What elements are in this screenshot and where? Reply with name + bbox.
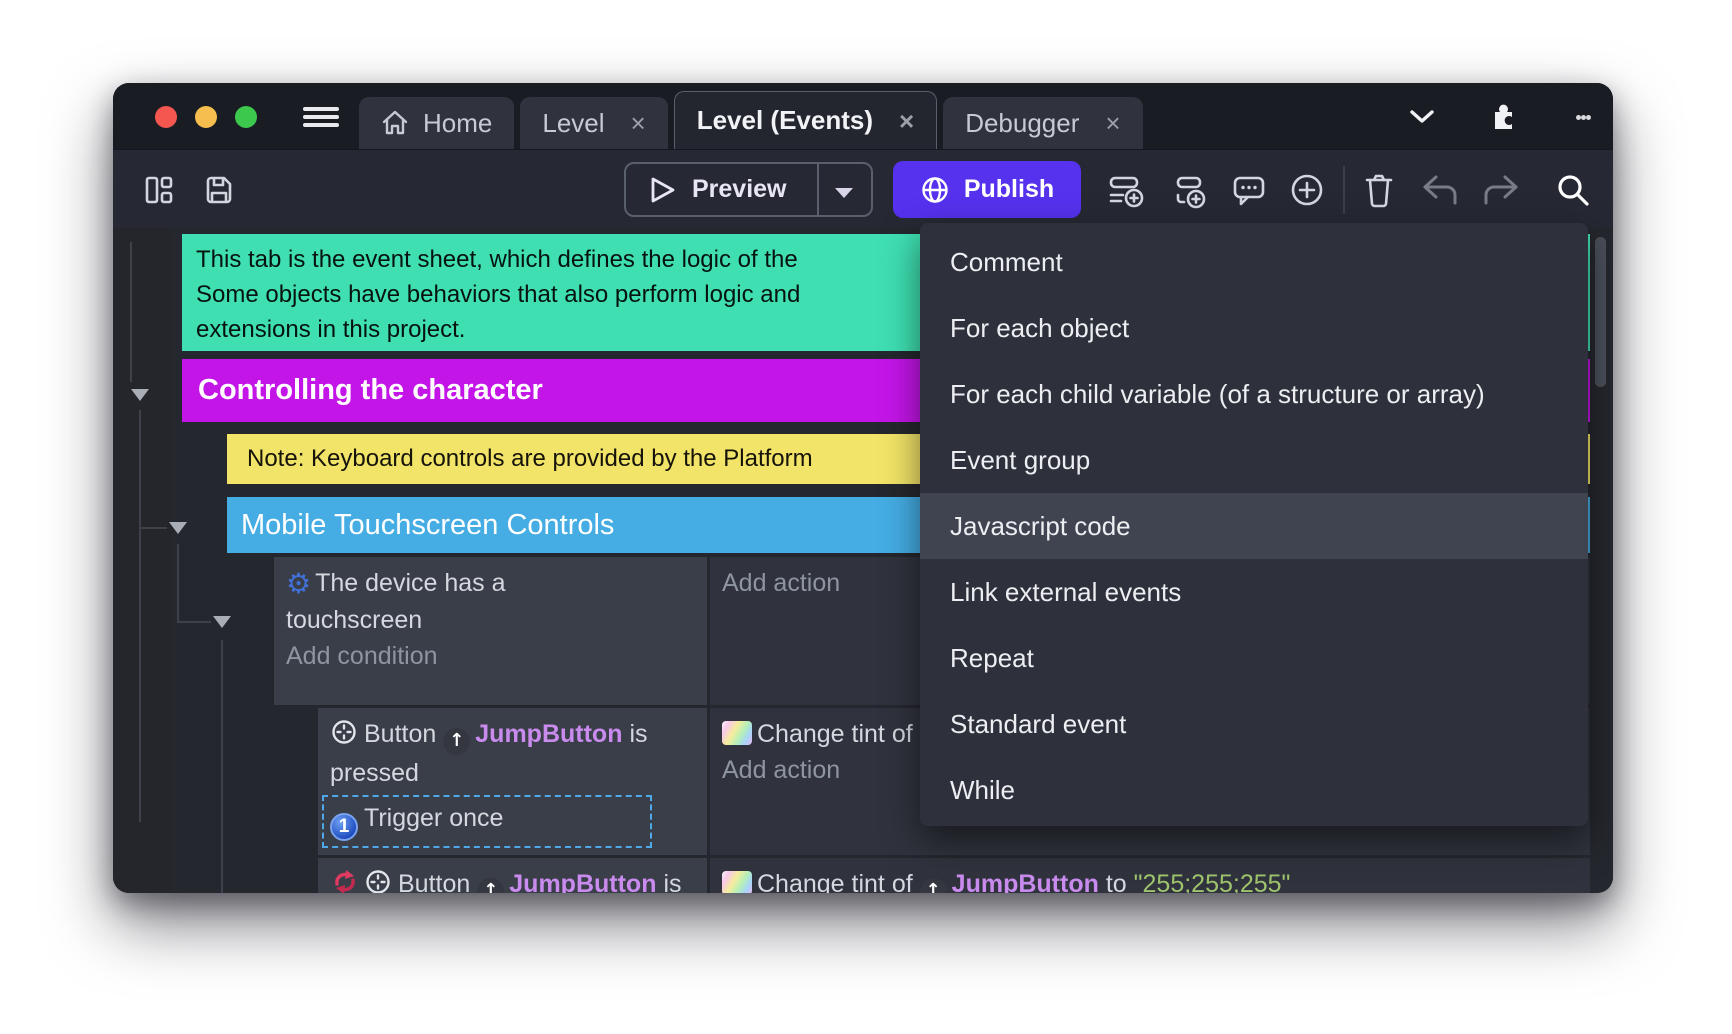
event-sheet-gutter	[113, 228, 171, 893]
tab-level-events[interactable]: Level (Events) ×	[674, 91, 937, 149]
tree-line	[139, 410, 141, 822]
preview-label: Preview	[692, 175, 787, 204]
publish-label: Publish	[964, 175, 1054, 204]
gear-icon: ⚙	[286, 567, 311, 600]
add-comment-icon[interactable]	[1229, 172, 1269, 208]
minimize-window-button[interactable]	[195, 106, 217, 128]
chevron-down-icon[interactable]	[1404, 101, 1440, 133]
gamepad-icon	[364, 868, 392, 893]
layout-icon[interactable]	[139, 172, 179, 208]
undo-icon[interactable]	[1420, 172, 1460, 208]
play-icon	[650, 176, 676, 204]
event-condition-cell[interactable]: ⚙The device has a touchscreen Add condit…	[274, 557, 707, 705]
condition-text: Button	[398, 870, 470, 893]
trash-icon[interactable]	[1359, 172, 1399, 208]
kebab-menu-icon[interactable]	[1565, 101, 1601, 133]
tab-level[interactable]: Level ×	[520, 97, 667, 149]
add-event-context-menu: Comment For each object For each child v…	[920, 223, 1588, 826]
gamepad-icon	[330, 718, 358, 746]
object-name: JumpButton	[952, 870, 1099, 893]
selected-condition[interactable]: 1Trigger once	[322, 795, 652, 848]
globe-icon	[920, 175, 950, 205]
tab-strip: Home Level × Level (Events) × Debugger ×	[359, 91, 1149, 149]
tree-line	[221, 640, 223, 893]
object-name: JumpButton	[475, 720, 622, 748]
preview-button[interactable]: Preview	[624, 162, 873, 217]
up-arrow-chip-icon: ↑	[920, 878, 947, 894]
action-value: "255;255;255"	[1134, 870, 1291, 893]
dropdown-caret-icon[interactable]	[835, 188, 853, 198]
add-subevent-icon[interactable]	[1170, 172, 1210, 208]
add-condition-link[interactable]: Add condition	[286, 638, 695, 674]
menu-item-standard-event[interactable]: Standard event	[920, 691, 1588, 757]
menu-item-link-external-events[interactable]: Link external events	[920, 559, 1588, 625]
menu-item-javascript-code[interactable]: Javascript code	[920, 493, 1588, 559]
tree-line	[130, 242, 132, 382]
close-window-button[interactable]	[155, 106, 177, 128]
add-circle-icon[interactable]	[1287, 172, 1327, 208]
condition-text: Trigger once	[364, 804, 503, 832]
menu-item-repeat[interactable]: Repeat	[920, 625, 1588, 691]
menu-item-event-group[interactable]: Event group	[920, 427, 1588, 493]
publish-button[interactable]: Publish	[893, 161, 1081, 218]
redo-icon[interactable]	[1481, 172, 1521, 208]
action-text: Change tint of	[757, 720, 913, 748]
close-icon[interactable]: ×	[631, 110, 646, 136]
preview-split-divider	[817, 164, 819, 215]
event-action-cell[interactable]: Change tint of ↑ JumpButton to "255;255;25…	[710, 858, 1590, 893]
condition-text: Button	[364, 720, 436, 748]
save-icon[interactable]	[199, 172, 239, 208]
tint-icon	[722, 871, 752, 893]
vertical-scrollbar[interactable]	[1595, 237, 1606, 387]
zoom-window-button[interactable]	[235, 106, 257, 128]
tree-line	[177, 621, 211, 623]
add-event-icon[interactable]	[1107, 172, 1147, 208]
condition-text: The device has a	[315, 569, 505, 597]
event-condition-cell[interactable]: Button↑JumpButton is pressed	[318, 858, 707, 893]
event-condition-cell[interactable]: Button↑JumpButton is pressed 1Trigger on…	[318, 708, 707, 855]
toolbar: Preview Publish	[113, 149, 1613, 228]
menu-item-for-each-object[interactable]: For each object	[920, 295, 1588, 361]
collapse-triangle-icon[interactable]	[213, 616, 231, 628]
action-text: Change tint of	[757, 870, 913, 893]
condition-text: touchscreen	[286, 602, 695, 638]
close-icon[interactable]: ×	[1105, 110, 1120, 136]
close-icon[interactable]: ×	[899, 108, 914, 134]
invert-icon	[330, 867, 360, 893]
tab-label: Level	[542, 108, 604, 139]
tint-icon	[722, 721, 752, 745]
menu-item-comment[interactable]: Comment	[920, 229, 1588, 295]
up-arrow-chip-icon: ↑	[477, 878, 504, 894]
tab-label: Level (Events)	[697, 105, 873, 136]
app-window: Home Level × Level (Events) × Debugger ×	[113, 83, 1613, 893]
tab-debugger[interactable]: Debugger ×	[943, 97, 1142, 149]
tree-line	[177, 544, 179, 622]
menu-item-while[interactable]: While	[920, 757, 1588, 823]
tree-line	[139, 527, 167, 529]
hamburger-menu-icon[interactable]	[303, 107, 339, 127]
tab-label: Debugger	[965, 108, 1079, 139]
action-text: to	[1106, 870, 1127, 893]
collapse-triangle-icon[interactable]	[131, 389, 149, 401]
home-icon	[381, 109, 409, 137]
search-icon[interactable]	[1553, 172, 1593, 208]
title-bar: Home Level × Level (Events) × Debugger ×	[113, 83, 1613, 149]
toolbar-separator	[1343, 166, 1345, 214]
up-arrow-chip-icon: ↑	[443, 728, 470, 755]
menu-item-for-each-child-variable[interactable]: For each child variable (of a structure …	[920, 361, 1588, 427]
collapse-triangle-icon[interactable]	[169, 522, 187, 534]
object-name: JumpButton	[509, 870, 656, 893]
tab-label: Home	[423, 108, 492, 139]
puzzle-icon[interactable]	[1485, 101, 1521, 133]
trigger-once-icon: 1	[330, 813, 358, 841]
tab-home[interactable]: Home	[359, 97, 514, 149]
